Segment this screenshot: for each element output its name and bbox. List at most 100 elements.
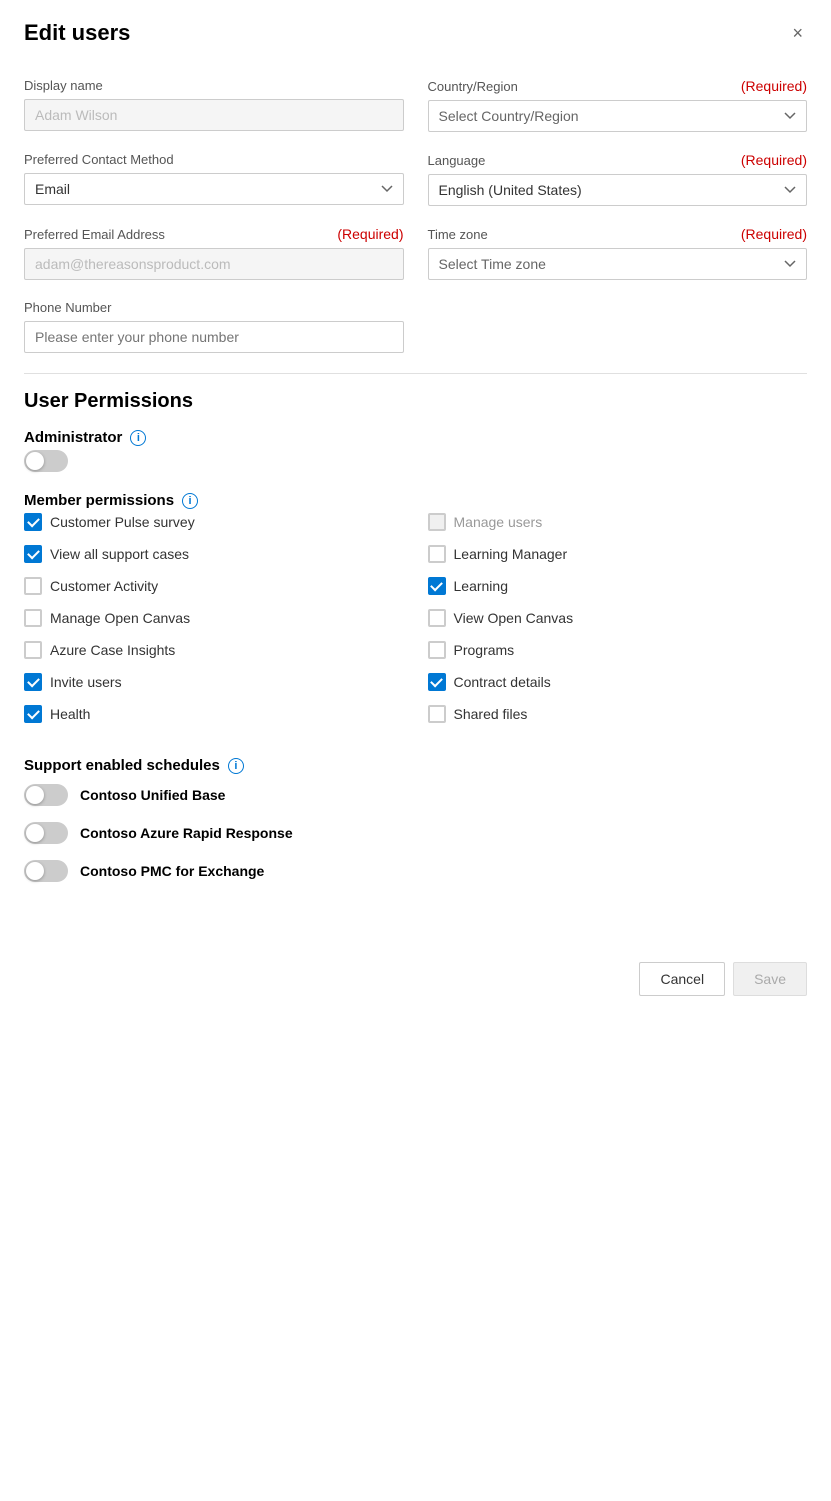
- view-open-canvas-checkbox[interactable]: [428, 609, 446, 627]
- preferred-email-required: (Required): [337, 226, 403, 242]
- shared-files-label: Shared files: [454, 706, 528, 722]
- programs-checkbox[interactable]: [428, 641, 446, 659]
- list-item: View all support cases: [24, 545, 404, 563]
- contoso-unified-track: [24, 784, 68, 806]
- list-item: Manage users: [428, 513, 808, 531]
- list-item: Contract details: [428, 673, 808, 691]
- form-row-2: Preferred Contact Method Email Phone Lan…: [24, 152, 807, 206]
- azure-case-insights-checkbox[interactable]: [24, 641, 42, 659]
- list-item: Programs: [428, 641, 808, 659]
- support-schedules-section: Support enabled schedules i Contoso Unif…: [24, 757, 807, 882]
- permissions-left-col: Customer Pulse survey View all support c…: [24, 513, 404, 737]
- contoso-unified-thumb: [26, 786, 44, 804]
- user-permissions-title: User Permissions: [24, 390, 807, 413]
- manage-open-canvas-checkbox[interactable]: [24, 609, 42, 627]
- contoso-pmc-thumb: [26, 862, 44, 880]
- administrator-thumb: [26, 452, 44, 470]
- preferred-email-group: Preferred Email Address (Required): [24, 226, 404, 280]
- customer-pulse-checkbox[interactable]: [24, 513, 42, 531]
- permissions-grid: Customer Pulse survey View all support c…: [24, 513, 807, 737]
- timezone-select[interactable]: Select Time zone: [428, 248, 808, 280]
- form-row-3: Preferred Email Address (Required) Time …: [24, 226, 807, 280]
- list-item: Learning Manager: [428, 545, 808, 563]
- support-schedules-info-icon: i: [228, 758, 244, 774]
- footer-actions: Cancel Save: [0, 946, 831, 1012]
- support-schedule-items: Contoso Unified Base Contoso Azure Rapid…: [24, 784, 807, 882]
- contoso-azure-thumb: [26, 824, 44, 842]
- list-item: View Open Canvas: [428, 609, 808, 627]
- manage-users-label: Manage users: [454, 514, 543, 530]
- shared-files-checkbox[interactable]: [428, 705, 446, 723]
- preferred-contact-select[interactable]: Email Phone: [24, 173, 404, 205]
- preferred-contact-label: Preferred Contact Method: [24, 152, 174, 167]
- list-item: Learning: [428, 577, 808, 595]
- contract-details-checkbox[interactable]: [428, 673, 446, 691]
- health-checkbox[interactable]: [24, 705, 42, 723]
- modal-title: Edit users: [24, 20, 130, 46]
- administrator-info-icon: i: [130, 430, 146, 446]
- learning-checkbox[interactable]: [428, 577, 446, 595]
- contoso-azure-label: Contoso Azure Rapid Response: [80, 825, 293, 841]
- modal-header: Edit users ×: [0, 0, 831, 62]
- invite-users-checkbox[interactable]: [24, 673, 42, 691]
- language-select[interactable]: English (United States): [428, 174, 808, 206]
- support-schedules-label: Support enabled schedules: [24, 757, 220, 774]
- contoso-unified-toggle[interactable]: [24, 784, 68, 806]
- list-item: Manage Open Canvas: [24, 609, 404, 627]
- administrator-toggle[interactable]: [24, 450, 68, 472]
- member-permissions-info-icon: i: [182, 493, 198, 509]
- member-permissions-label: Member permissions: [24, 492, 174, 509]
- contract-details-label: Contract details: [454, 674, 551, 690]
- manage-open-canvas-label: Manage Open Canvas: [50, 610, 190, 626]
- preferred-email-input[interactable]: [24, 248, 404, 280]
- programs-label: Programs: [454, 642, 515, 658]
- support-schedules-label-row: Support enabled schedules i: [24, 757, 807, 774]
- close-button[interactable]: ×: [788, 20, 807, 46]
- form-row-1: Display name Country/Region (Required) S…: [24, 78, 807, 132]
- contoso-pmc-toggle[interactable]: [24, 860, 68, 882]
- administrator-group: Administrator i: [24, 429, 807, 472]
- permissions-right-col: Manage users Learning Manager Learning: [428, 513, 808, 737]
- customer-activity-checkbox[interactable]: [24, 577, 42, 595]
- display-name-label: Display name: [24, 78, 103, 93]
- learning-manager-label: Learning Manager: [454, 546, 568, 562]
- display-name-input[interactable]: [24, 99, 404, 131]
- country-region-label: Country/Region: [428, 79, 518, 94]
- phone-input[interactable]: [24, 321, 404, 353]
- customer-activity-label: Customer Activity: [50, 578, 158, 594]
- list-item: Azure Case Insights: [24, 641, 404, 659]
- list-item: Contoso PMC for Exchange: [24, 860, 807, 882]
- country-region-select[interactable]: Select Country/Region: [428, 100, 808, 132]
- contoso-unified-label: Contoso Unified Base: [80, 787, 225, 803]
- list-item: Health: [24, 705, 404, 723]
- list-item: Invite users: [24, 673, 404, 691]
- contoso-azure-track: [24, 822, 68, 844]
- timezone-group: Time zone (Required) Select Time zone: [428, 226, 808, 280]
- learning-manager-checkbox[interactable]: [428, 545, 446, 563]
- country-region-required: (Required): [741, 78, 807, 94]
- view-open-canvas-label: View Open Canvas: [454, 610, 574, 626]
- health-label: Health: [50, 706, 90, 722]
- language-required: (Required): [741, 152, 807, 168]
- save-button[interactable]: Save: [733, 962, 807, 996]
- list-item: Contoso Azure Rapid Response: [24, 822, 807, 844]
- phone-label: Phone Number: [24, 300, 111, 315]
- preferred-contact-group: Preferred Contact Method Email Phone: [24, 152, 404, 206]
- phone-group: Phone Number: [24, 300, 807, 353]
- view-all-cases-checkbox[interactable]: [24, 545, 42, 563]
- user-permissions-section: User Permissions Administrator i: [24, 390, 807, 882]
- learning-label: Learning: [454, 578, 509, 594]
- list-item: Customer Pulse survey: [24, 513, 404, 531]
- cancel-button[interactable]: Cancel: [639, 962, 725, 996]
- view-all-cases-label: View all support cases: [50, 546, 189, 562]
- preferred-email-label: Preferred Email Address: [24, 227, 165, 242]
- modal-body: Display name Country/Region (Required) S…: [0, 62, 831, 922]
- member-permissions-group: Member permissions i Customer Pulse surv…: [24, 492, 807, 737]
- section-divider: [24, 373, 807, 374]
- contoso-azure-toggle[interactable]: [24, 822, 68, 844]
- language-label: Language: [428, 153, 486, 168]
- list-item: Shared files: [428, 705, 808, 723]
- country-region-group: Country/Region (Required) Select Country…: [428, 78, 808, 132]
- manage-users-checkbox: [428, 513, 446, 531]
- timezone-required: (Required): [741, 226, 807, 242]
